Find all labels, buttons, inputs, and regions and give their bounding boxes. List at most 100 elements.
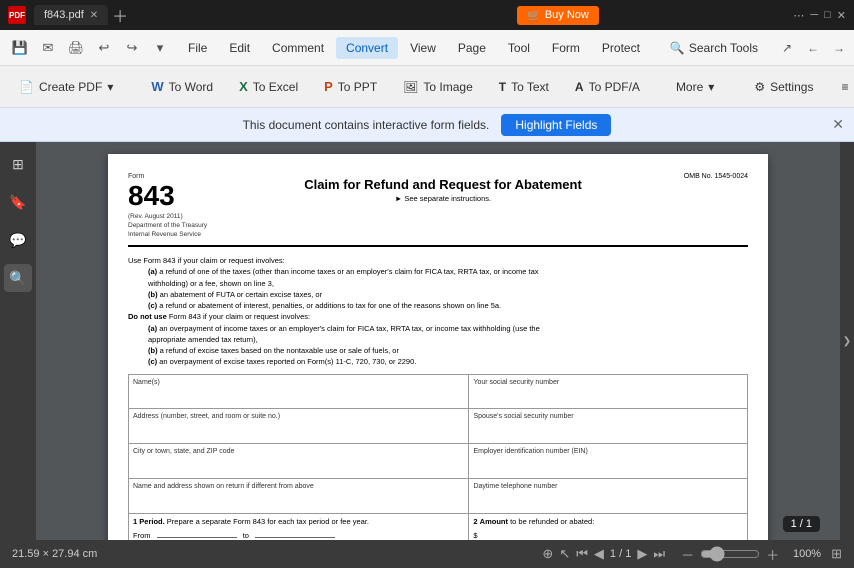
- form-number: 843: [128, 182, 175, 210]
- external-icons: ↗ ← →: [776, 37, 850, 59]
- buy-now-button[interactable]: 🛒 Search Tools Buy Now: [517, 6, 599, 25]
- cart-icon: 🛒: [527, 9, 541, 22]
- highlight-fields-button[interactable]: Highlight Fields: [501, 114, 611, 136]
- menu-view[interactable]: View: [400, 37, 446, 59]
- to-ppt-icon: P: [324, 79, 333, 94]
- create-pdf-button[interactable]: 📄 Create PDF ▾: [8, 74, 124, 100]
- forward-icon[interactable]: →: [828, 37, 850, 59]
- menu-edit[interactable]: Edit: [219, 37, 260, 59]
- close-tab-button[interactable]: ✕: [90, 10, 98, 21]
- title-bar: PDF f843.pdf ✕ ＋ 🛒 Search Tools Buy Now …: [0, 0, 854, 30]
- pdf-viewer: Form 843 (Rev. August 2011) Department o…: [36, 142, 840, 540]
- address-field[interactable]: [133, 422, 464, 440]
- to-text-button[interactable]: T To Text: [488, 74, 560, 100]
- main-area: ⊞ 🔖 💬 🔍 Form 843 (Rev. August 2011) Depa…: [0, 142, 854, 540]
- section1-from-to: From to: [133, 531, 464, 540]
- section1-num: 1: [133, 517, 137, 526]
- to-ppt-button[interactable]: P To PPT: [313, 73, 388, 100]
- section2-title: Amount: [480, 517, 508, 526]
- menu-comment[interactable]: Comment: [262, 37, 334, 59]
- spouse-ssn-field[interactable]: [473, 422, 743, 440]
- instr-0: Use Form 843 if your claim or request in…: [128, 255, 748, 266]
- ssn-field[interactable]: [473, 387, 743, 405]
- menu-tool[interactable]: Tool: [498, 37, 540, 59]
- undo-icon[interactable]: ↩: [92, 36, 116, 60]
- create-pdf-icon: 📄: [19, 80, 34, 94]
- save-icon[interactable]: 💾: [8, 36, 32, 60]
- right-sidebar-collapse[interactable]: ❯: [840, 142, 854, 540]
- daytime-field[interactable]: [473, 492, 743, 510]
- minimize-button[interactable]: ─: [810, 9, 818, 21]
- close-button[interactable]: ✕: [837, 9, 846, 22]
- menu-convert[interactable]: Convert: [336, 37, 398, 59]
- external-link-icon[interactable]: ↗: [776, 37, 798, 59]
- last-page-button[interactable]: ⏭: [653, 546, 665, 562]
- prev-page-button[interactable]: ◀: [594, 546, 604, 562]
- instr-1b: withholding) or a fee, shown on line 3,: [148, 278, 748, 289]
- city-label: City or town, state, and ZIP code: [133, 447, 464, 457]
- to-image-icon: 🖼: [403, 80, 418, 94]
- maximize-button[interactable]: □: [824, 9, 831, 21]
- name-field[interactable]: [133, 387, 464, 405]
- bottom-bar: 21.59 × 27.94 cm ⊕ ↖ ⏮ ◀ 1 / 1 ▶ ⏭ － ＋ 1…: [0, 540, 854, 568]
- window-controls: ⋯ ─ □ ✕: [793, 9, 846, 22]
- back-icon[interactable]: ←: [802, 37, 824, 59]
- name-addr-label: Name and address shown on return if diff…: [133, 482, 464, 492]
- notification-close-button[interactable]: ✕: [832, 116, 844, 133]
- menu-form[interactable]: Form: [542, 37, 590, 59]
- page-input[interactable]: 1 / 1: [610, 548, 631, 560]
- zoom-out-button[interactable]: －: [681, 545, 694, 564]
- sidebar-search-icon[interactable]: 🔍: [4, 264, 32, 292]
- to-word-button[interactable]: W To Word: [140, 73, 224, 100]
- cursor-tool-button[interactable]: ⊕: [542, 546, 553, 562]
- name-addr-field[interactable]: [133, 492, 464, 510]
- zoom-slider[interactable]: [700, 546, 760, 562]
- to-pdfa-button[interactable]: A To PDF/A: [564, 74, 651, 100]
- tab-filename: f843.pdf: [44, 9, 84, 21]
- to-text-icon: T: [499, 80, 506, 94]
- select-tool-button[interactable]: ↖: [559, 546, 570, 562]
- search-tools-button[interactable]: 🔍 Search Tools: [660, 37, 768, 59]
- instr-5b: appropriate amended tax return),: [148, 334, 748, 345]
- sidebar-comment-icon[interactable]: 💬: [4, 226, 32, 254]
- menu-page[interactable]: Page: [448, 37, 496, 59]
- ein-label: Employer identification number (EIN): [473, 447, 743, 457]
- print-icon[interactable]: 🖨: [64, 36, 88, 60]
- section1-title: Period.: [139, 517, 164, 526]
- email-icon[interactable]: ✉: [36, 36, 60, 60]
- form-title: Claim for Refund and Request for Abateme…: [258, 176, 628, 194]
- sidebar-bookmark-icon[interactable]: 🔖: [4, 188, 32, 216]
- more-arrow: ▾: [708, 80, 714, 94]
- to-image-label: To Image: [423, 80, 472, 94]
- instr-4: Do not use Form 843 if your claim or req…: [128, 311, 748, 322]
- left-sidebar: ⊞ 🔖 💬 🔍: [0, 142, 36, 540]
- fit-page-button[interactable]: ⊞: [831, 546, 842, 562]
- active-tab[interactable]: f843.pdf ✕: [34, 5, 108, 25]
- form-omb: OMB No. 1545-0024: [638, 172, 748, 182]
- notification-message: This document contains interactive form …: [243, 118, 490, 132]
- to-ppt-label: To PPT: [338, 80, 377, 94]
- next-page-button[interactable]: ▶: [637, 546, 647, 562]
- section2-dollar[interactable]: $: [473, 531, 743, 540]
- more-button[interactable]: More ▾: [667, 74, 723, 100]
- to-excel-button[interactable]: X To Excel: [228, 73, 309, 100]
- ein-field[interactable]: [473, 457, 743, 475]
- to-pdfa-icon: A: [575, 80, 584, 94]
- city-field[interactable]: [133, 457, 464, 475]
- menu-protect[interactable]: Protect: [592, 37, 650, 59]
- redo-icon[interactable]: ↪: [120, 36, 144, 60]
- to-image-button[interactable]: 🖼 To Image: [392, 74, 484, 100]
- to-excel-icon: X: [239, 79, 248, 94]
- menu-file[interactable]: File: [178, 37, 217, 59]
- zoom-in-button[interactable]: ＋: [766, 545, 779, 564]
- first-page-button[interactable]: ⏮: [576, 546, 588, 562]
- batch-convert-button[interactable]: ≡ Batch Conve...: [830, 74, 854, 100]
- dropdown-arrow-icon[interactable]: ▾: [148, 36, 172, 60]
- settings-button[interactable]: ⚙ Settings: [743, 74, 824, 100]
- zoom-percent: 100%: [785, 548, 821, 560]
- page-badge-text: 1 / 1: [791, 518, 812, 530]
- menu-icons: 💾 ✉ 🖨 ↩ ↪ ▾: [8, 36, 172, 60]
- sidebar-thumbnail-icon[interactable]: ⊞: [4, 150, 32, 178]
- new-tab-button[interactable]: ＋: [112, 3, 128, 27]
- more-options-icon[interactable]: ⋯: [793, 9, 804, 22]
